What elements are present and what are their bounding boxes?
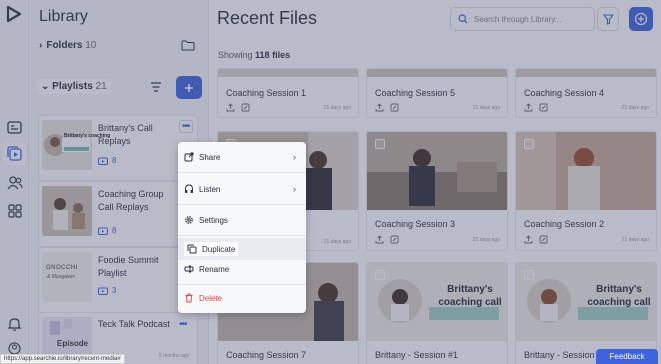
gear-icon — [185, 216, 193, 224]
chevron-right-icon: › — [293, 184, 296, 194]
share-icon — [184, 152, 194, 162]
copy-icon — [187, 244, 197, 254]
modal-overlay[interactable] — [0, 0, 661, 364]
menu-item-duplicate[interactable]: Duplicate — [178, 238, 306, 260]
menu-label-duplicate: Duplicate — [202, 244, 236, 254]
menu-divider — [178, 284, 306, 285]
menu-item-share[interactable]: Share › — [178, 146, 306, 168]
menu-item-rename[interactable]: Rename — [178, 258, 306, 280]
headphones-icon — [185, 184, 193, 193]
menu-item-delete[interactable]: Delete — [178, 287, 306, 309]
menu-label-share: Share — [199, 152, 221, 162]
menu-divider — [178, 235, 306, 236]
menu-label-settings: Settings — [199, 215, 228, 225]
menu-label-rename: Rename — [199, 264, 230, 274]
feedback-button[interactable]: Feedback — [596, 349, 658, 364]
menu-divider — [178, 172, 306, 173]
rename-icon — [184, 265, 194, 273]
chevron-right-icon: › — [293, 152, 296, 162]
menu-label-listen: Listen — [199, 184, 221, 194]
menu-divider — [178, 204, 306, 205]
trash-icon — [185, 293, 193, 303]
status-url: https://app.searchie.io/library/recent-m… — [0, 354, 125, 364]
menu-item-listen[interactable]: Listen › — [178, 178, 306, 200]
context-menu: Share › Listen › Settings Duplicate Rena… — [178, 142, 306, 313]
menu-item-settings[interactable]: Settings — [178, 209, 306, 231]
menu-label-delete: Delete — [199, 293, 223, 303]
duplicate-highlight: Duplicate — [184, 242, 239, 256]
